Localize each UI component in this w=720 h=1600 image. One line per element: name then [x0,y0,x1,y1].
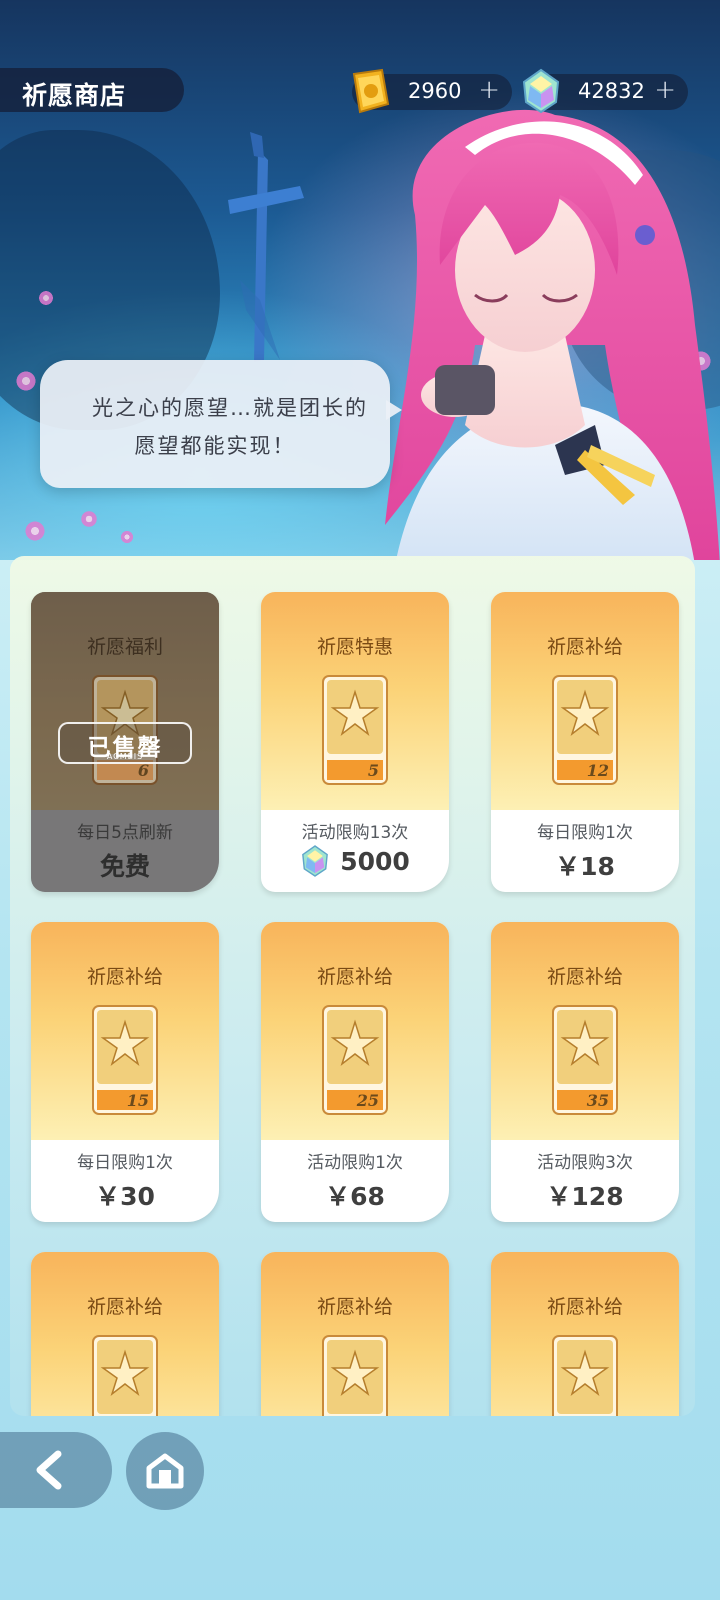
speech-line-1: 光之心的愿望…就是团长的 [92,396,368,420]
speech-bubble: 光之心的愿望…就是团长的 愿望都能实现！ [40,360,402,488]
gem-add-button[interactable]: + [654,75,676,105]
speech-line-2: 愿望都能实现！ [134,434,296,458]
item-price: ￥18 [555,852,615,881]
wish-ticket-icon [552,1335,618,1416]
shop-item-card[interactable]: 祈愿福利 6 已售罄 ACMEIS 每日5点刷新 免费 [31,592,219,892]
sold-out-badge: 已售罄 ACMEIS [58,722,192,764]
item-price: ￥68 [325,1182,385,1211]
page-title: 祈愿商店 [22,81,127,110]
wish-ticket-icon [92,1335,158,1416]
item-limit: 活动限购13次 [301,823,409,843]
character-illustration [385,109,720,565]
shop-item-card[interactable]: 祈愿补给 [261,1252,449,1416]
item-title: 祈愿特惠 [316,636,393,658]
wish-ticket-icon: 12 [552,675,618,785]
item-price-row: 5000 [261,845,449,878]
chevron-left-icon [36,1450,62,1490]
shop-item-card[interactable]: 祈愿特惠 5 活动限购13次 5000 [261,592,449,892]
gem-icon [302,845,329,877]
shop-panel: 祈愿福利 6 已售罄 ACMEIS 每日5点刷新 免费 祈愿特惠 5 活动限购1… [10,556,695,1416]
shop-item-card[interactable]: 祈愿补给 35 活动限购3次 ￥128 [491,922,679,1222]
item-count: 5 [368,761,379,780]
item-price: ￥30 [95,1182,155,1211]
item-title: 祈愿补给 [546,636,623,658]
item-title: 祈愿补给 [86,966,163,988]
gold-coin-icon [352,68,390,114]
item-price: ￥128 [546,1182,624,1211]
home-icon [146,1453,184,1489]
item-title: 祈愿补给 [546,966,623,988]
currency-gem: 42832 + [522,68,688,114]
item-limit: 活动限购1次 [307,1153,403,1173]
wish-ticket-icon [322,1335,388,1416]
wish-ticket-icon: 15 [92,1005,158,1115]
back-button[interactable] [0,1432,112,1508]
item-title: 祈愿补给 [546,1296,623,1318]
item-count: 25 [356,1091,379,1110]
wish-ticket-icon: 5 [322,675,388,785]
shop-item-card[interactable]: 祈愿补给 25 活动限购1次 ￥68 [261,922,449,1222]
gold-amount: 2960 [408,79,462,103]
currency-gold: 2960 + [352,68,512,114]
item-title: 祈愿补给 [316,966,393,988]
home-button[interactable] [126,1432,204,1510]
wish-ticket-icon: 25 [322,1005,388,1115]
sword-illustration [228,132,304,362]
shop-item-card[interactable]: 祈愿补给 12 每日限购1次 ￥18 [491,592,679,892]
shop-item-card[interactable]: 祈愿补给 [491,1252,679,1416]
item-limit: 活动限购3次 [537,1153,633,1173]
item-title: 祈愿补给 [86,1296,163,1318]
item-count: 12 [587,761,609,780]
shop-item-card[interactable]: 祈愿补给 15 每日限购1次 ￥30 [31,922,219,1222]
shop-item-card[interactable]: 祈愿补给 [31,1252,219,1416]
item-count: 35 [587,1091,609,1110]
gem-icon [522,68,560,114]
sold-out-subtext: ACMEIS [106,752,144,761]
item-limit: 每日限购1次 [537,823,633,843]
item-price: 5000 [340,847,410,876]
wish-ticket-icon: 35 [552,1005,618,1115]
gem-amount: 42832 [578,79,645,103]
item-count: 15 [127,1091,149,1110]
page-title-bar: 祈愿商店 [0,68,184,112]
item-limit: 每日限购1次 [77,1153,173,1173]
item-title: 祈愿补给 [316,1296,393,1318]
gold-add-button[interactable]: + [478,75,500,105]
item-limit: 每日5点刷新 [77,823,173,843]
item-price: 免费 [99,852,150,881]
